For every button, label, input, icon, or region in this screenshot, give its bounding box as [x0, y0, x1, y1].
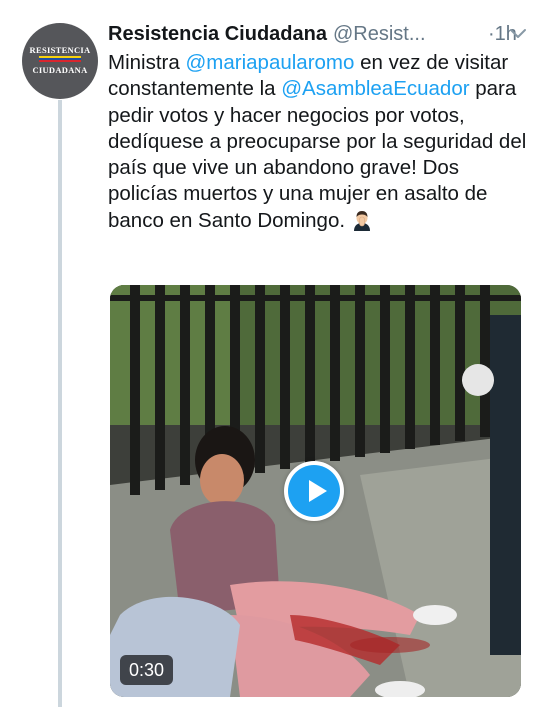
play-button[interactable] — [284, 461, 344, 521]
tweet-header: Resistencia Ciudadana @Resist... ·1h — [108, 21, 528, 51]
mention-link[interactable]: @mariapaularomo — [185, 51, 354, 74]
play-icon — [288, 465, 340, 517]
chevron-down-icon[interactable] — [507, 24, 529, 44]
time-separator: · — [488, 23, 495, 45]
avatar-flag-stripes — [39, 56, 81, 62]
tweet-text-part: Ministra — [108, 51, 186, 74]
mention-link[interactable]: @AsambleaEcuador — [281, 77, 469, 100]
man-facepalming-emoji — [353, 210, 370, 231]
tweet-text-part: para pedir votos y hacer negocios por vo… — [108, 77, 527, 232]
avatar-text-top: RESISTENCIA — [29, 45, 91, 55]
avatar-text-bottom: CIUDADANA — [32, 65, 88, 75]
video-duration-badge: 0:30 — [120, 655, 174, 685]
author-handle[interactable]: @Resist... — [333, 23, 426, 45]
avatar[interactable]: RESISTENCIA CIUDADANA — [22, 23, 98, 99]
author-display-name[interactable]: Resistencia Ciudadana — [108, 23, 327, 45]
tweet-text: Ministra @mariapaularomo en vez de visit… — [108, 50, 528, 234]
thread-line — [58, 100, 62, 707]
